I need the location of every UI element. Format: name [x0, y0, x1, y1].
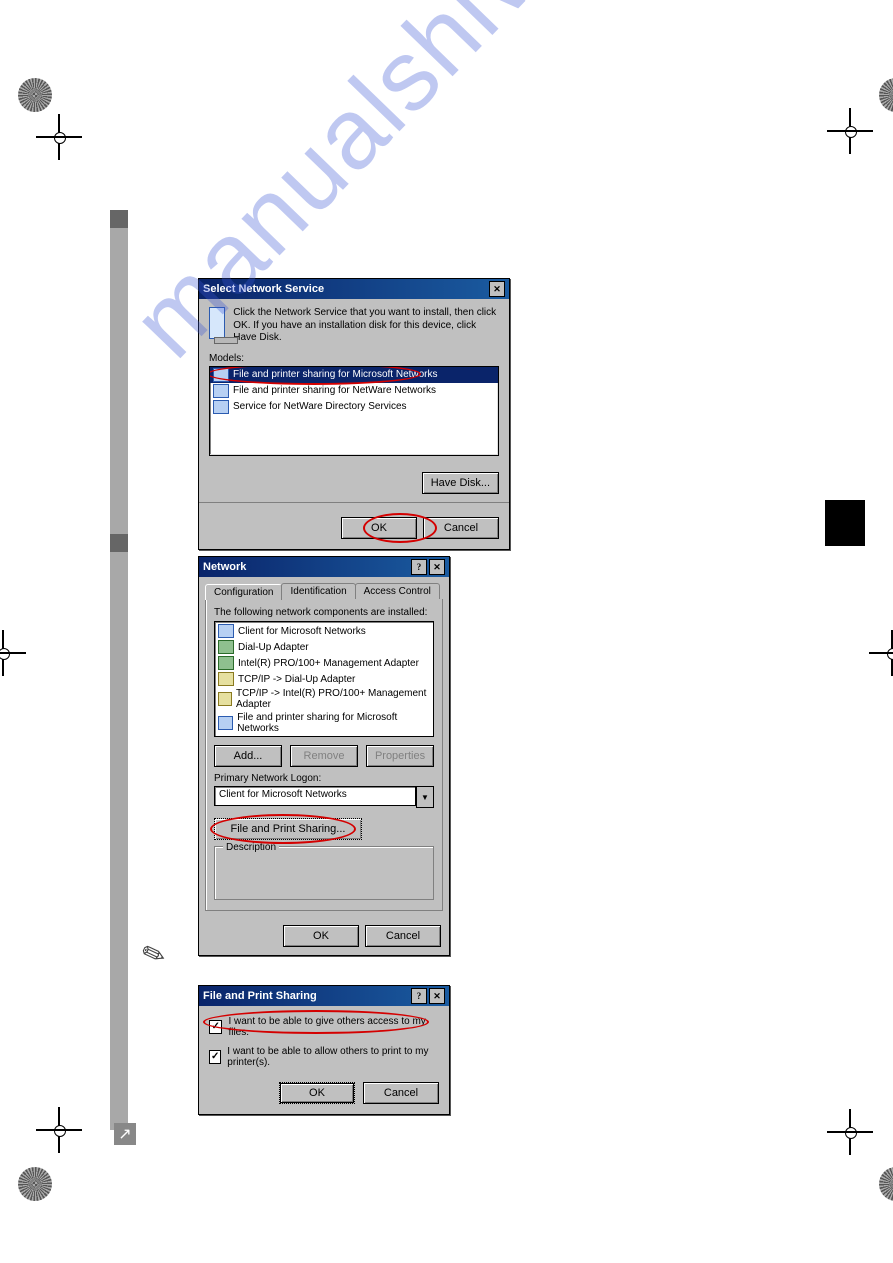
- file-print-sharing-button[interactable]: File and Print Sharing...: [214, 818, 362, 840]
- component-label: Intel(R) PRO/100+ Management Adapter: [238, 658, 419, 669]
- page-side-bar: [110, 210, 128, 1130]
- ok-button[interactable]: OK: [341, 517, 417, 539]
- components-listbox[interactable]: Client for Microsoft Networks Dial-Up Ad…: [214, 621, 434, 737]
- service-icon: [213, 368, 229, 382]
- select-network-service-dialog: Select Network Service ✕ Click the Netwo…: [198, 278, 510, 550]
- component-item[interactable]: Intel(R) PRO/100+ Management Adapter: [216, 655, 432, 671]
- dialog3-titlebar[interactable]: File and Print Sharing ? ✕: [199, 986, 449, 1006]
- close-icon[interactable]: ✕: [489, 281, 505, 297]
- component-label: File and printer sharing for Microsoft N…: [237, 712, 430, 734]
- model-item-selected[interactable]: File and printer sharing for Microsoft N…: [210, 367, 498, 383]
- component-label: TCP/IP -> Dial-Up Adapter: [238, 674, 355, 685]
- service-icon: [218, 716, 233, 730]
- close-icon[interactable]: ✕: [429, 988, 445, 1004]
- dialog1-title: Select Network Service: [203, 283, 489, 295]
- tab-access-control[interactable]: Access Control: [355, 583, 440, 599]
- ok-button[interactable]: OK: [283, 925, 359, 947]
- components-label: The following network components are ins…: [214, 607, 434, 618]
- component-item[interactable]: TCP/IP -> Intel(R) PRO/100+ Management A…: [216, 687, 432, 711]
- component-item[interactable]: TCP/IP -> Dial-Up Adapter: [216, 671, 432, 687]
- share-printers-option[interactable]: I want to be able to allow others to pri…: [199, 1042, 449, 1072]
- close-icon[interactable]: ✕: [429, 559, 445, 575]
- adapter-icon: [218, 656, 234, 670]
- component-label: Dial-Up Adapter: [238, 642, 309, 653]
- primary-logon-combo[interactable]: Client for Microsoft Networks ▼: [214, 786, 434, 808]
- add-button[interactable]: Add...: [214, 745, 282, 767]
- model-item-label: Service for NetWare Directory Services: [233, 401, 407, 412]
- component-label: TCP/IP -> Intel(R) PRO/100+ Management A…: [236, 688, 430, 710]
- protocol-icon: [218, 692, 232, 706]
- client-icon: [218, 624, 234, 638]
- help-icon[interactable]: ?: [411, 559, 427, 575]
- have-disk-button[interactable]: Have Disk...: [422, 472, 499, 494]
- share-files-label: I want to be able to give others access …: [228, 1016, 439, 1038]
- component-item[interactable]: Dial-Up Adapter: [216, 639, 432, 655]
- crop-mark-top-left: [18, 78, 88, 148]
- crop-mark-mid-right: [859, 620, 893, 690]
- file-print-sharing-dialog: File and Print Sharing ? ✕ I want to be …: [198, 985, 450, 1115]
- remove-button[interactable]: Remove: [290, 745, 358, 767]
- page-continue-arrow-icon: ↗: [114, 1123, 136, 1145]
- description-group: Description: [214, 846, 434, 900]
- model-item-label: File and printer sharing for Microsoft N…: [233, 369, 438, 380]
- description-label: Description: [223, 842, 279, 853]
- model-item[interactable]: Service for NetWare Directory Services: [210, 399, 498, 415]
- models-listbox[interactable]: File and printer sharing for Microsoft N…: [209, 366, 499, 456]
- note-pencil-icon: ✎: [137, 935, 170, 974]
- share-printers-label: I want to be able to allow others to pri…: [227, 1046, 439, 1068]
- dialog1-instruction: Click the Network Service that you want …: [233, 307, 499, 345]
- model-item-label: File and printer sharing for NetWare Net…: [233, 385, 436, 396]
- dialog2-titlebar[interactable]: Network ? ✕: [199, 557, 449, 577]
- properties-button[interactable]: Properties: [366, 745, 434, 767]
- service-icon: [213, 400, 229, 414]
- ok-button[interactable]: OK: [279, 1082, 355, 1104]
- tab-identification[interactable]: Identification: [281, 583, 355, 599]
- component-item[interactable]: Client for Microsoft Networks: [216, 623, 432, 639]
- network-service-icon: [209, 307, 225, 339]
- checkbox-checked-icon[interactable]: [209, 1050, 221, 1064]
- service-icon: [213, 384, 229, 398]
- cancel-button[interactable]: Cancel: [423, 517, 499, 539]
- share-files-option[interactable]: I want to be able to give others access …: [199, 1012, 449, 1042]
- tab-strip: Configuration Identification Access Cont…: [199, 577, 449, 599]
- chevron-down-icon[interactable]: ▼: [416, 786, 434, 808]
- help-icon[interactable]: ?: [411, 988, 427, 1004]
- primary-logon-label: Primary Network Logon:: [214, 773, 434, 784]
- primary-logon-value: Client for Microsoft Networks: [214, 786, 416, 806]
- models-label: Models:: [209, 353, 499, 364]
- model-item[interactable]: File and printer sharing for NetWare Net…: [210, 383, 498, 399]
- dialog3-title: File and Print Sharing: [203, 990, 411, 1002]
- crop-mark-bottom-left: [18, 1131, 88, 1201]
- component-item[interactable]: File and printer sharing for Microsoft N…: [216, 711, 432, 735]
- checkbox-checked-icon[interactable]: [209, 1020, 222, 1034]
- configuration-panel: The following network components are ins…: [205, 599, 443, 911]
- cancel-button[interactable]: Cancel: [363, 1082, 439, 1104]
- adapter-icon: [218, 640, 234, 654]
- crop-mark-top-right: [843, 78, 893, 148]
- dialog1-titlebar[interactable]: Select Network Service ✕: [199, 279, 509, 299]
- crop-mark-mid-left: [0, 620, 40, 690]
- crop-mark-bottom-right: [843, 1131, 893, 1201]
- cancel-button[interactable]: Cancel: [365, 925, 441, 947]
- component-label: Client for Microsoft Networks: [238, 626, 366, 637]
- network-dialog: Network ? ✕ Configuration Identification…: [198, 556, 450, 956]
- protocol-icon: [218, 672, 234, 686]
- page-thumb-tab: [825, 500, 865, 546]
- dialog2-title: Network: [203, 561, 411, 573]
- tab-configuration[interactable]: Configuration: [205, 584, 282, 600]
